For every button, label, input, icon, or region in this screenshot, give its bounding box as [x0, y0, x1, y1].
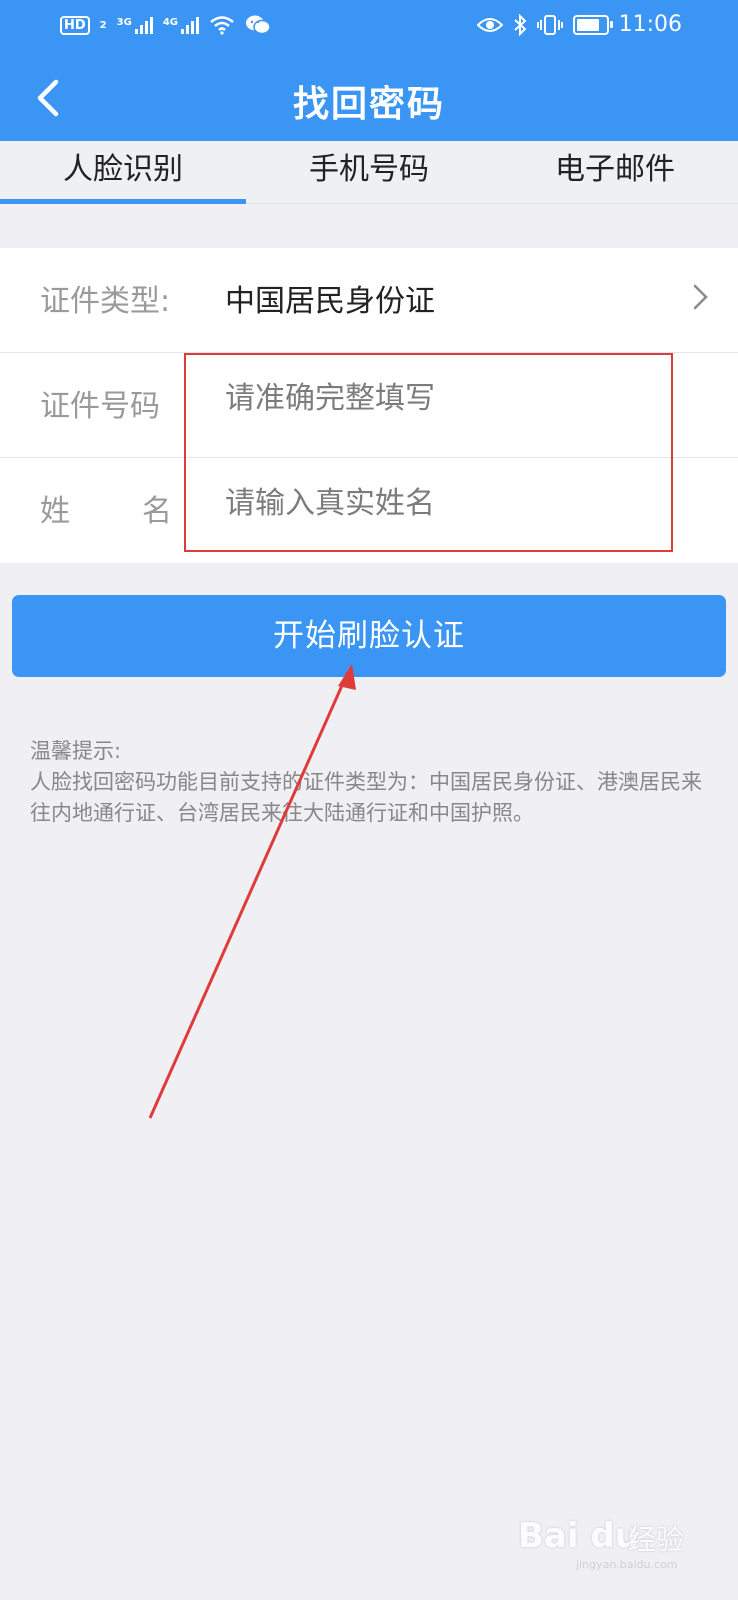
signal-icon: 4G [162, 16, 199, 34]
eye-icon [476, 17, 503, 32]
id-number-label: 证件号码 [40, 389, 160, 424]
tips-section: 温馨提示: 人脸找回密码功能目前支持的证件类型为：中国居民身份证、港澳居民来往内… [30, 736, 720, 829]
hd-icon: HD [60, 15, 90, 35]
name-label-char: 姓 [40, 494, 70, 529]
wifi-icon [210, 16, 234, 35]
tab-bar: 人脸识别 手机号码 电子邮件 [0, 141, 738, 204]
watermark-url: jingyan.baidu.com [576, 1558, 678, 1571]
tips-title: 温馨提示: [30, 739, 122, 763]
id-type-value: 中国居民身份证 [225, 284, 435, 319]
start-face-verification-button[interactable]: 开始刷脸认证 [12, 595, 726, 677]
id-type-row[interactable]: 证件类型: 中国居民身份证 [0, 248, 738, 352]
name-row: 姓 名 [0, 458, 738, 562]
identity-form: 证件类型: 中国居民身份证 证件号码 姓 名 [0, 248, 738, 563]
status-bar: HD 2 3G 4G 11:06 [0, 0, 738, 56]
chevron-right-icon [693, 284, 708, 310]
battery-icon [572, 14, 613, 35]
hd-sub-label: 2 [99, 19, 107, 31]
tips-body: 人脸找回密码功能目前支持的证件类型为：中国居民身份证、港澳居民来往内地通行证、台… [30, 770, 702, 825]
app-header: HD 2 3G 4G 11:06 找回密码 [0, 0, 738, 141]
page-title: 找回密码 [292, 84, 445, 125]
tab-email[interactable]: 电子邮件 [492, 141, 738, 203]
name-label-char: 名 [142, 494, 172, 529]
signal-type-label: 3G [116, 16, 132, 28]
status-left: HD 2 3G 4G [60, 14, 271, 36]
id-number-input[interactable] [225, 381, 665, 416]
bluetooth-icon [513, 13, 527, 36]
baidu-watermark: Bai du 经验 jingyan.baidu.com [518, 1508, 708, 1578]
id-type-label: 证件类型: [40, 284, 171, 319]
baidu-logo: Bai du [518, 1516, 639, 1556]
name-input[interactable] [225, 486, 665, 521]
wechat-icon [245, 15, 271, 35]
status-time: 11:06 [618, 12, 682, 37]
signal-type-label: 4G [162, 16, 178, 28]
active-tab-indicator [0, 199, 246, 204]
vibrate-icon [536, 14, 563, 35]
tab-phone-number[interactable]: 手机号码 [246, 141, 492, 203]
watermark-text: 经验 [628, 1523, 685, 1556]
name-label: 姓 名 [40, 486, 172, 530]
tab-face-recognition[interactable]: 人脸识别 [0, 141, 246, 203]
status-right: 11:06 [476, 12, 682, 37]
id-number-row: 证件号码 [0, 353, 738, 457]
signal-icon: 3G [116, 16, 153, 34]
battery-level [576, 18, 599, 31]
